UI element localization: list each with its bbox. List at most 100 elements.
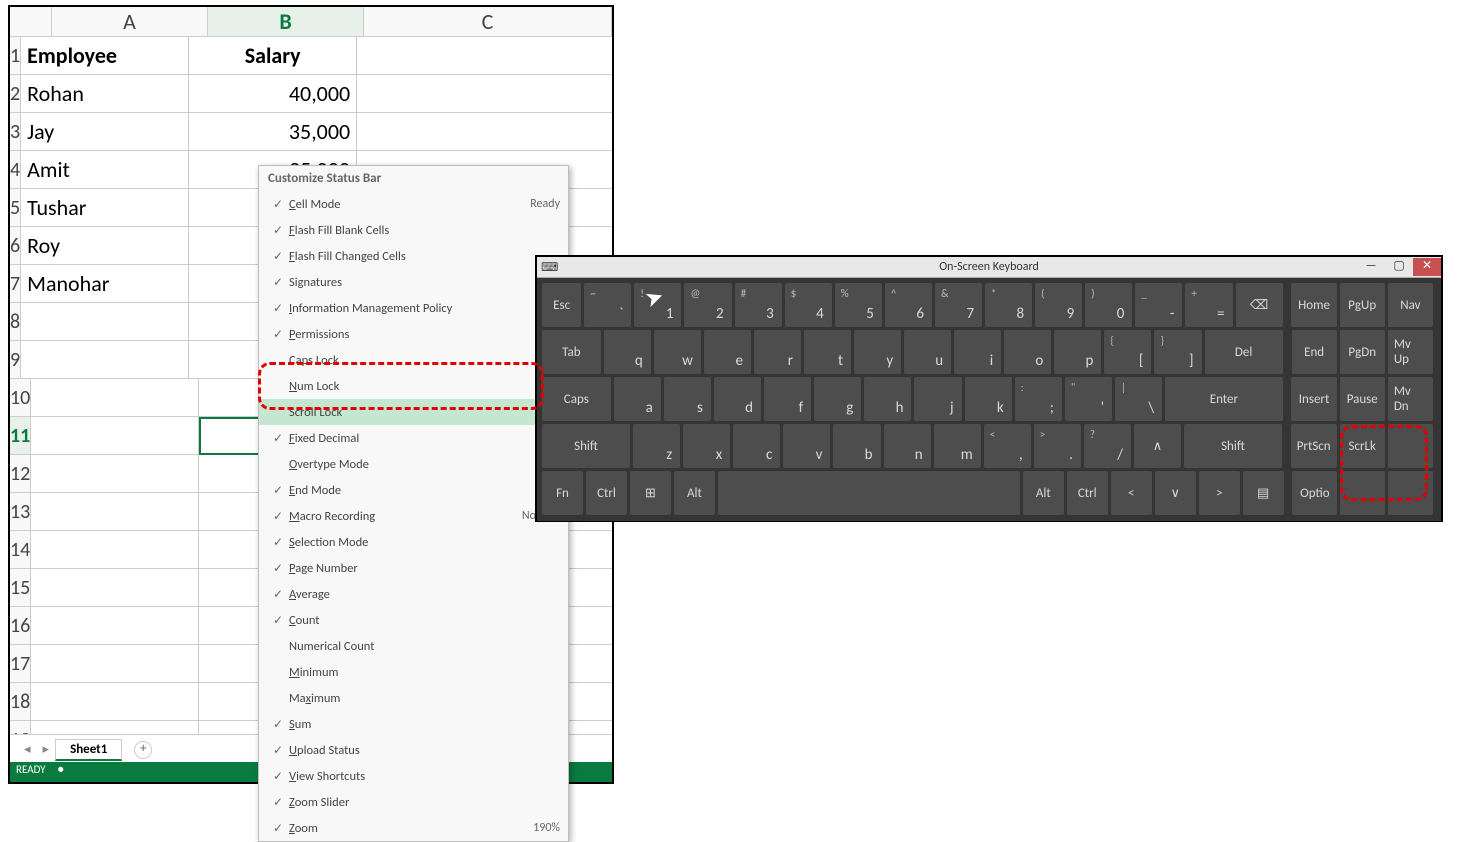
menu-item-caps-lock[interactable]: Caps Lock <box>259 347 568 373</box>
key-esc[interactable]: Esc <box>542 283 581 327</box>
cell[interactable]: Roy <box>21 227 189 265</box>
key--[interactable]: _- <box>1135 283 1182 327</box>
key-e[interactable]: e <box>704 330 751 374</box>
key-3[interactable]: #3 <box>735 283 782 327</box>
menu-item-macro-recording[interactable]: ✓Macro RecordingNot Rec <box>259 503 568 529</box>
menu-item-information-management-policy[interactable]: ✓Information Management Policy <box>259 295 568 321</box>
key-[[interactable]: {[ <box>1104 330 1151 374</box>
key-blank[interactable] <box>718 471 1020 515</box>
key-\[interactable]: |\ <box>1115 377 1162 421</box>
key-prtscn[interactable]: PrtScn <box>1291 424 1337 468</box>
key-][interactable]: }] <box>1154 330 1201 374</box>
cell[interactable] <box>357 75 612 113</box>
key-shift[interactable]: Shift <box>542 424 630 468</box>
sheet-tab-active[interactable]: Sheet1 <box>55 739 122 761</box>
cell[interactable]: Amit <box>21 151 189 189</box>
menu-item-zoom-slider[interactable]: ✓Zoom Slider <box>259 789 568 815</box>
key-6[interactable]: ^6 <box>885 283 932 327</box>
row-header[interactable]: 2 <box>10 75 21 113</box>
key-n[interactable]: n <box>884 424 931 468</box>
column-header-b[interactable]: B <box>208 7 364 37</box>
key-scrlk[interactable]: ScrLk <box>1340 424 1385 468</box>
select-all-corner[interactable] <box>10 7 52 37</box>
key-shift[interactable]: Shift <box>1184 424 1282 468</box>
key-;[interactable]: :; <box>1015 377 1062 421</box>
key-b[interactable]: b <box>833 424 880 468</box>
row-header[interactable]: 1 <box>10 37 21 75</box>
cell[interactable] <box>31 721 199 735</box>
cell[interactable]: Employee <box>21 37 189 75</box>
key-pause[interactable]: Pause <box>1340 377 1385 421</box>
menu-item-signatures[interactable]: ✓Signatures <box>259 269 568 295</box>
tab-nav-next[interactable]: ▸ <box>43 742 50 757</box>
row-header[interactable]: 8 <box>10 303 21 341</box>
row-header[interactable]: 9 <box>10 341 21 379</box>
key-mvup[interactable]: Mv Up <box>1388 330 1433 374</box>
key-o[interactable]: o <box>1004 330 1051 374</box>
key-4[interactable]: $4 <box>785 283 832 327</box>
menu-item-page-number[interactable]: ✓Page Number <box>259 555 568 581</box>
key-w[interactable]: w <box>654 330 701 374</box>
row-header[interactable]: 13 <box>10 493 31 531</box>
menu-item-upload-status[interactable]: ✓Upload Status <box>259 737 568 763</box>
key-r[interactable]: r <box>754 330 801 374</box>
menu-item-end-mode[interactable]: ✓End Mode <box>259 477 568 503</box>
column-header-a[interactable]: A <box>52 7 208 37</box>
key-enter[interactable]: Enter <box>1165 377 1282 421</box>
row-header[interactable]: 18 <box>10 683 31 721</box>
row-header[interactable]: 15 <box>10 569 31 607</box>
cell[interactable]: Jay <box>21 113 189 151</box>
key-z[interactable]: z <box>633 424 680 468</box>
menu-item-maximum[interactable]: Maximum <box>259 685 568 711</box>
key-insert[interactable]: Insert <box>1291 377 1336 421</box>
row-header[interactable]: 11 <box>10 417 31 455</box>
key-m[interactable]: m <box>934 424 981 468</box>
key-t[interactable]: t <box>804 330 851 374</box>
cell[interactable] <box>21 303 189 341</box>
cell[interactable] <box>21 341 189 379</box>
key-<[interactable]: < <box>1111 471 1152 515</box>
menu-item-num-lock[interactable]: Num Lock <box>259 373 568 399</box>
cell[interactable]: Salary <box>189 37 357 75</box>
tab-nav-prev[interactable]: ◂ <box>24 742 31 757</box>
key-caps[interactable]: Caps <box>542 377 611 421</box>
key-blank[interactable] <box>1340 471 1385 515</box>
cell[interactable] <box>357 113 612 151</box>
menu-item-fixed-decimal[interactable]: ✓Fixed Decimal <box>259 425 568 451</box>
osk-titlebar[interactable]: ⌨ On-Screen Keyboard — ▢ ✕ <box>537 257 1441 278</box>
key-home[interactable]: Home <box>1291 283 1336 327</box>
key-h[interactable]: h <box>864 377 911 421</box>
cell[interactable] <box>31 683 199 721</box>
menu-item-sum[interactable]: ✓Sum <box>259 711 568 737</box>
cell[interactable]: 40,000 <box>189 75 357 113</box>
key-ctrl[interactable]: Ctrl <box>586 471 627 515</box>
key-s[interactable]: s <box>664 377 711 421</box>
add-sheet-button[interactable]: + <box>134 741 152 759</box>
key-x[interactable]: x <box>683 424 730 468</box>
key-g[interactable]: g <box>814 377 861 421</box>
column-header-c[interactable]: C <box>364 7 612 37</box>
cell[interactable] <box>31 645 199 683</box>
cell[interactable]: Rohan <box>21 75 189 113</box>
key-2[interactable]: @2 <box>684 283 731 327</box>
menu-item-count[interactable]: ✓Count <box>259 607 568 633</box>
close-button[interactable]: ✕ <box>1413 258 1441 276</box>
cell[interactable] <box>31 379 199 417</box>
cell[interactable] <box>357 37 612 75</box>
key-=[interactable]: += <box>1185 283 1232 327</box>
cell[interactable] <box>31 569 199 607</box>
key-v[interactable]: v <box>783 424 830 468</box>
menu-item-permissions[interactable]: ✓Permissions <box>259 321 568 347</box>
menu-item-view-shortcuts[interactable]: ✓View Shortcuts <box>259 763 568 789</box>
row-header[interactable]: 6 <box>10 227 21 265</box>
cell[interactable]: Tushar <box>21 189 189 227</box>
key-k[interactable]: k <box>965 377 1012 421</box>
key-∧[interactable]: ∧ <box>1134 424 1181 468</box>
key-∨[interactable]: ∨ <box>1155 471 1196 515</box>
row-header[interactable]: 19 <box>10 721 31 735</box>
cell[interactable] <box>31 455 199 493</box>
key-y[interactable]: y <box>854 330 901 374</box>
key-,[interactable]: <, <box>984 424 1031 468</box>
menu-item-selection-mode[interactable]: ✓Selection Mode <box>259 529 568 555</box>
key-mvdn[interactable]: Mv Dn <box>1388 377 1433 421</box>
